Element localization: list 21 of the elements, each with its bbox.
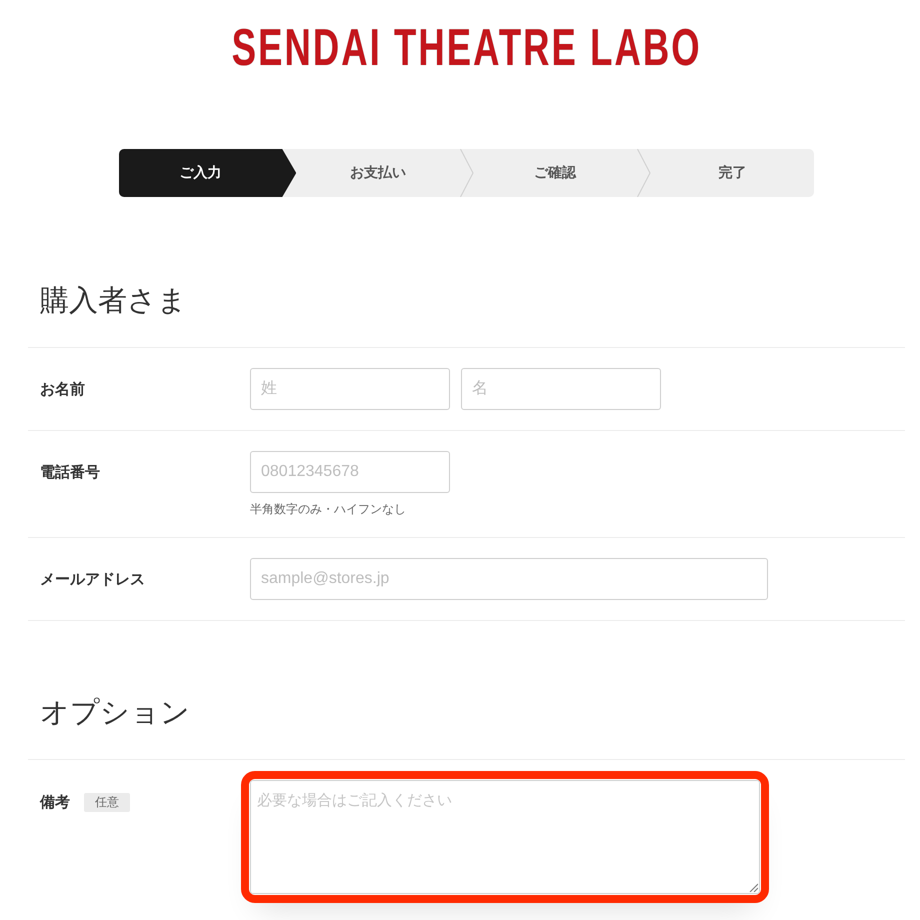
email-field[interactable]: sample@stores.jp	[250, 558, 768, 600]
phone-field[interactable]: 08012345678	[250, 451, 450, 493]
progress-step: ご確認	[474, 149, 637, 197]
optional-badge: 任意	[84, 792, 130, 812]
progress-step: ご入力	[119, 149, 296, 197]
progress-step: 完了	[650, 149, 814, 197]
site-logo: SENDAI THEATRE LABO	[232, 22, 702, 74]
resize-grip-icon[interactable]	[749, 883, 758, 892]
section-heading: 購入者さま	[40, 284, 187, 319]
section-heading: オプション	[40, 696, 190, 731]
chevron-icon	[460, 149, 474, 197]
field-label: 電話番号	[40, 462, 100, 482]
field-hint: 半角数字のみ・ハイフンなし	[250, 502, 406, 517]
field-label: 備考	[40, 792, 70, 812]
name-field[interactable]: 名	[461, 368, 661, 410]
notes-textarea[interactable]: 必要な場合はご記入ください	[250, 780, 760, 894]
field-label: メールアドレス	[40, 570, 145, 588]
progress-step: お支払い	[296, 149, 460, 197]
chevron-icon	[636, 149, 651, 197]
field-label: お名前	[40, 380, 85, 398]
name-field[interactable]: 姓	[250, 368, 450, 410]
